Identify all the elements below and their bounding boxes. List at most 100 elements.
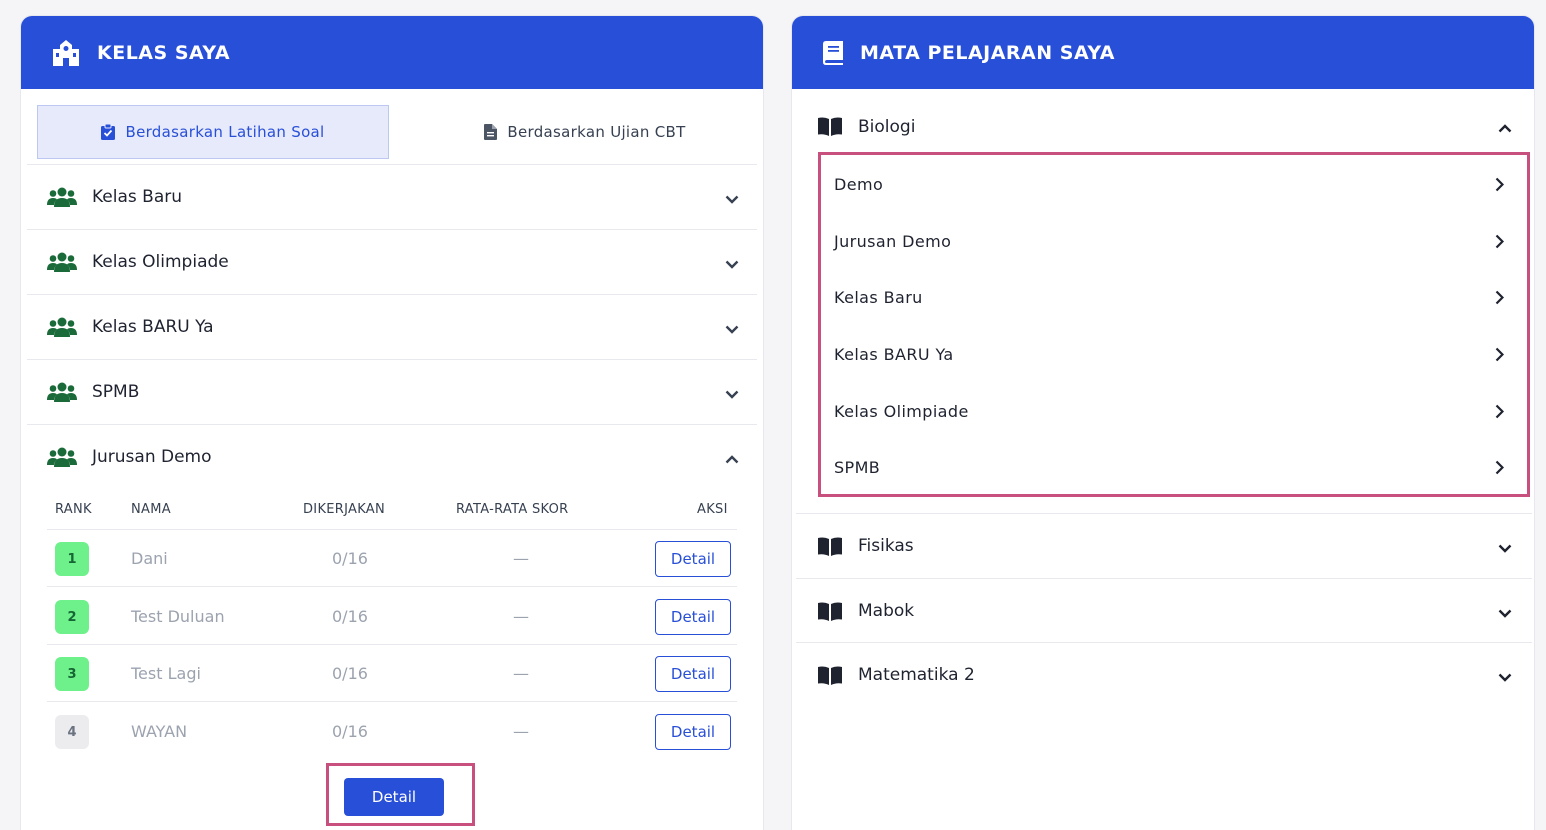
biologi-item-label: Kelas Baru bbox=[834, 288, 923, 307]
biologi-item-label: Demo bbox=[834, 175, 884, 194]
done-count: 0/16 bbox=[332, 722, 368, 741]
open-book-icon bbox=[818, 537, 842, 560]
done-count: 0/16 bbox=[332, 607, 368, 626]
avg-score: — bbox=[513, 549, 529, 568]
chevron-right-icon bbox=[1495, 290, 1505, 309]
avg-score: — bbox=[513, 664, 529, 683]
class-item-label: Jurusan Demo bbox=[92, 447, 212, 467]
class-item-kelas-baru[interactable]: Kelas Baru bbox=[27, 164, 757, 229]
biologi-class-list: Demo Jurusan Demo Kelas Baru Kelas BARU … bbox=[818, 152, 1530, 497]
biologi-item-spmb[interactable]: SPMB bbox=[834, 458, 1505, 482]
chevron-right-icon bbox=[1495, 347, 1505, 366]
biologi-item-label: SPMB bbox=[834, 458, 881, 477]
mata-pelajaran-card: MATA PELAJARAN SAYA Biologi Demo Jurusan… bbox=[791, 15, 1535, 830]
class-item-kelas-olimpiade[interactable]: Kelas Olimpiade bbox=[27, 229, 757, 294]
detail-button-highlight: Detail bbox=[326, 763, 475, 826]
biologi-item-jurusan-demo[interactable]: Jurusan Demo bbox=[834, 232, 1505, 256]
col-header-aksi: AKSI bbox=[697, 502, 728, 517]
student-name: WAYAN bbox=[131, 722, 188, 741]
biologi-item-kelas-baru-ya[interactable]: Kelas BARU Ya bbox=[834, 345, 1505, 369]
users-group-icon bbox=[47, 382, 77, 406]
subject-label: Matematika 2 bbox=[858, 665, 975, 685]
rank-badge: 2 bbox=[55, 600, 89, 634]
chevron-right-icon bbox=[1495, 460, 1505, 479]
tab-latihan-soal[interactable]: Berdasarkan Latihan Soal bbox=[37, 105, 389, 159]
chevron-down-icon[interactable] bbox=[1498, 603, 1512, 622]
subject-item-mabok[interactable]: Mabok bbox=[796, 578, 1532, 643]
table-row: 2 Test Duluan 0/16 — Detail bbox=[47, 588, 737, 645]
subject-label: Biologi bbox=[858, 116, 916, 137]
open-book-icon bbox=[818, 602, 842, 625]
tab-ujian-cbt-label: Berdasarkan Ujian CBT bbox=[507, 123, 686, 141]
col-header-dikerjakan: DIKERJAKAN bbox=[303, 502, 386, 517]
col-header-rank: RANK bbox=[55, 502, 92, 517]
kelas-tabs: Berdasarkan Latihan Soal Berdasarkan Uji… bbox=[21, 89, 763, 164]
kelas-saya-card: KELAS SAYA Berdasarkan Latihan Soal Berd… bbox=[20, 15, 764, 830]
done-count: 0/16 bbox=[332, 549, 368, 568]
chevron-down-icon[interactable] bbox=[1498, 538, 1512, 557]
student-name: Dani bbox=[131, 549, 168, 568]
chevron-up-icon[interactable] bbox=[725, 449, 739, 468]
class-item-spmb[interactable]: SPMB bbox=[27, 359, 757, 424]
class-item-label: Kelas BARU Ya bbox=[92, 317, 214, 337]
chevron-right-icon bbox=[1495, 234, 1505, 253]
row-detail-button[interactable]: Detail bbox=[655, 656, 731, 692]
done-count: 0/16 bbox=[332, 664, 368, 683]
kelas-saya-title: KELAS SAYA bbox=[97, 41, 231, 64]
subject-item-fisikas[interactable]: Fisikas bbox=[796, 513, 1532, 578]
row-detail-button[interactable]: Detail bbox=[655, 541, 731, 577]
biologi-item-kelas-baru[interactable]: Kelas Baru bbox=[834, 288, 1505, 312]
users-group-icon bbox=[47, 252, 77, 276]
chevron-up-icon[interactable] bbox=[1498, 118, 1512, 137]
kelas-saya-header: KELAS SAYA bbox=[21, 16, 763, 89]
rank-badge: 4 bbox=[55, 715, 89, 749]
chevron-right-icon bbox=[1495, 404, 1505, 423]
users-group-icon bbox=[47, 317, 77, 341]
class-item-label: Kelas Olimpiade bbox=[92, 252, 229, 272]
subject-item-matematika-2[interactable]: Matematika 2 bbox=[796, 642, 1532, 707]
avg-score: — bbox=[513, 722, 529, 741]
biologi-item-demo[interactable]: Demo bbox=[834, 175, 1505, 199]
chevron-down-icon[interactable] bbox=[725, 189, 739, 208]
class-item-label: SPMB bbox=[92, 382, 140, 402]
table-row: 4 WAYAN 0/16 — Detail bbox=[47, 703, 737, 760]
subject-item-biologi[interactable]: Biologi bbox=[796, 94, 1532, 159]
chevron-down-icon[interactable] bbox=[725, 319, 739, 338]
tab-ujian-cbt[interactable]: Berdasarkan Ujian CBT bbox=[409, 105, 761, 159]
biologi-item-kelas-olimpiade[interactable]: Kelas Olimpiade bbox=[834, 402, 1505, 426]
student-name: Test Duluan bbox=[131, 607, 225, 626]
table-row: 1 Dani 0/16 — Detail bbox=[47, 530, 737, 587]
rank-badge: 3 bbox=[55, 657, 89, 691]
biologi-item-label: Jurusan Demo bbox=[834, 232, 952, 251]
class-item-kelas-baru-ya[interactable]: Kelas BARU Ya bbox=[27, 294, 757, 359]
chevron-down-icon[interactable] bbox=[1498, 667, 1512, 686]
clipboard-check-icon bbox=[101, 124, 116, 140]
chevron-down-icon[interactable] bbox=[725, 254, 739, 273]
users-group-icon bbox=[47, 187, 77, 211]
table-row: 3 Test Lagi 0/16 — Detail bbox=[47, 645, 737, 702]
open-book-icon bbox=[818, 117, 842, 140]
class-item-jurusan-demo[interactable]: Jurusan Demo bbox=[27, 424, 757, 489]
subject-label: Fisikas bbox=[858, 536, 914, 556]
rank-badge: 1 bbox=[55, 542, 89, 576]
chevron-down-icon[interactable] bbox=[725, 384, 739, 403]
col-header-nama: NAMA bbox=[131, 502, 171, 517]
class-item-label: Kelas Baru bbox=[92, 187, 183, 207]
mata-pelajaran-header: MATA PELAJARAN SAYA bbox=[792, 16, 1534, 89]
row-detail-button[interactable]: Detail bbox=[655, 599, 731, 635]
open-book-icon bbox=[818, 666, 842, 689]
student-name: Test Lagi bbox=[131, 664, 201, 683]
book-icon bbox=[822, 38, 844, 68]
col-header-rata-rata-skor: RATA-RATA SKOR bbox=[456, 502, 569, 517]
row-detail-button[interactable]: Detail bbox=[655, 714, 731, 750]
chevron-right-icon bbox=[1495, 177, 1505, 196]
tab-latihan-soal-label: Berdasarkan Latihan Soal bbox=[125, 123, 325, 141]
subject-label: Mabok bbox=[858, 601, 915, 621]
biologi-item-label: Kelas BARU Ya bbox=[834, 345, 954, 364]
detail-button[interactable]: Detail bbox=[344, 778, 444, 816]
biologi-item-label: Kelas Olimpiade bbox=[834, 402, 969, 421]
school-icon bbox=[51, 38, 81, 68]
avg-score: — bbox=[513, 607, 529, 626]
mata-pelajaran-title: MATA PELAJARAN SAYA bbox=[860, 41, 1115, 64]
document-icon bbox=[484, 124, 498, 140]
